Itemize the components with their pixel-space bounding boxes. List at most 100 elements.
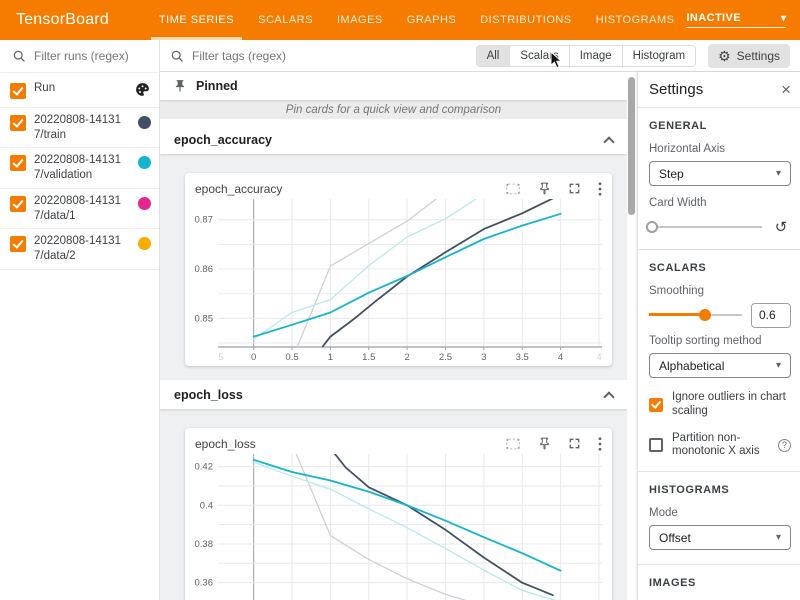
card-header: epoch_loss <box>185 428 612 452</box>
chevron-up-icon[interactable] <box>603 391 614 402</box>
run-color-dot <box>138 197 151 210</box>
svg-text:4: 4 <box>558 352 563 363</box>
filter-runs-input[interactable]: Filter runs (regex) <box>0 40 159 73</box>
run-checkbox[interactable] <box>10 236 26 252</box>
kebab-menu-icon[interactable] <box>598 182 602 196</box>
section-header-epoch-loss[interactable]: epoch_loss <box>160 380 627 409</box>
slider-thumb[interactable] <box>699 309 711 321</box>
filter-runs-placeholder: Filter runs (regex) <box>34 49 129 63</box>
smoothing-slider[interactable] <box>649 308 742 322</box>
search-icon <box>170 49 184 63</box>
images-heading: IMAGES <box>649 577 791 589</box>
settings-panel-header: Settings × <box>649 72 791 107</box>
ignore-outliers-checkbox[interactable] <box>649 398 663 412</box>
partition-x-checkbox[interactable] <box>649 438 663 452</box>
run-checkbox[interactable] <box>10 155 26 171</box>
run-color-dot <box>138 156 151 169</box>
tab-distributions[interactable]: DISTRIBUTIONS <box>468 0 583 40</box>
pin-icon[interactable] <box>538 182 551 195</box>
tags-toolbar: Filter tags (regex) All Scalars Image Hi… <box>160 40 800 72</box>
reset-icon[interactable]: ↺ <box>771 218 791 236</box>
chip-image[interactable]: Image <box>569 46 622 66</box>
settings-button[interactable]: ⚙ Settings <box>708 44 790 68</box>
run-checkbox[interactable] <box>10 115 26 131</box>
chip-histogram[interactable]: Histogram <box>622 46 695 66</box>
epoch-loss-chart[interactable]: 0.360.380.40.4200.511.522.533.54 <box>185 452 605 600</box>
selection-box-icon[interactable] <box>505 182 521 196</box>
card-width-slider[interactable] <box>649 220 762 234</box>
svg-text:0: 0 <box>251 352 256 363</box>
kebab-menu-icon[interactable] <box>598 437 602 451</box>
tab-graphs[interactable]: GRAPHS <box>395 0 468 40</box>
chevron-down-icon: ▾ <box>776 532 781 543</box>
ignore-outliers-row: Ignore outliers in chart scaling <box>649 391 791 419</box>
cards-scroll-area: Pinned Pin cards for a quick view and co… <box>160 72 627 600</box>
card-width-label: Card Width <box>649 197 791 209</box>
run-label: 20220808-141317/data/2 <box>34 234 130 263</box>
svg-text:2.5: 2.5 <box>439 352 452 363</box>
scalar-card-epoch-loss: epoch_loss 0.360.380.40.4200.511.522.533… <box>185 428 612 600</box>
general-heading: GENERAL <box>649 120 791 132</box>
scalars-heading: SCALARS <box>649 262 791 274</box>
tab-images[interactable]: IMAGES <box>325 0 395 40</box>
section-body: epoch_accuracy 0.850.860.8700.511.522.53… <box>160 154 627 380</box>
svg-text:3.5: 3.5 <box>516 352 529 363</box>
svg-text:2: 2 <box>404 352 409 363</box>
close-icon[interactable]: × <box>781 81 791 98</box>
slider-thumb[interactable] <box>646 221 658 233</box>
divider <box>638 564 800 565</box>
filter-tags-placeholder: Filter tags (regex) <box>192 49 286 63</box>
select-all-checkbox[interactable] <box>10 83 26 99</box>
reload-status-select[interactable]: INACTIVE ▾ <box>686 12 786 28</box>
tab-histograms[interactable]: HISTOGRAMS <box>584 0 687 40</box>
run-row-validation[interactable]: 20220808-141317/validation <box>0 148 159 188</box>
card-actions <box>505 182 602 196</box>
chevron-down-icon: ▾ <box>781 13 786 24</box>
run-checkbox[interactable] <box>10 196 26 212</box>
chip-all[interactable]: All <box>477 46 510 66</box>
tab-time-series[interactable]: TIME SERIES <box>147 0 246 40</box>
section-header-epoch-accuracy[interactable]: epoch_accuracy <box>160 125 627 154</box>
section-title: epoch_loss <box>174 388 243 402</box>
run-label: 20220808-141317/validation <box>34 153 130 182</box>
run-row-data-2[interactable]: 20220808-141317/data/2 <box>0 229 159 269</box>
settings-title: Settings <box>649 81 703 98</box>
run-color-dot <box>138 116 151 129</box>
tab-scalars[interactable]: SCALARS <box>246 0 325 40</box>
fullscreen-icon[interactable] <box>568 437 581 450</box>
selection-box-icon[interactable] <box>505 437 521 451</box>
tensorboard-logo: TensorBoard <box>16 11 109 29</box>
card-header: epoch_accuracy <box>185 173 612 197</box>
run-label: 20220808-141317/train <box>34 113 130 142</box>
pin-icon[interactable] <box>538 437 551 450</box>
divider <box>638 107 800 108</box>
section-title: epoch_accuracy <box>174 133 272 147</box>
scrollbar-thumb[interactable] <box>628 77 635 215</box>
palette-icon[interactable] <box>134 81 151 98</box>
histogram-mode-select[interactable]: Offset ▾ <box>649 525 791 550</box>
settings-panel: Settings × GENERAL Horizontal Axis Step … <box>637 72 800 600</box>
filter-tags-input[interactable]: Filter tags (regex) <box>170 49 464 63</box>
chevron-up-icon[interactable] <box>603 136 614 147</box>
card-actions <box>505 437 602 451</box>
svg-text:0.5: 0.5 <box>285 352 298 363</box>
card-width-row: ↺ <box>649 218 791 236</box>
tooltip-sorting-label: Tooltip sorting method <box>649 335 791 347</box>
help-icon[interactable]: ? <box>778 439 791 452</box>
smoothing-value-input[interactable]: 0.6 <box>751 303 791 328</box>
tensorboard-app: TensorBoard TIME SERIES SCALARS IMAGES G… <box>0 0 800 600</box>
run-row-train[interactable]: 20220808-141317/train <box>0 108 159 148</box>
horizontal-axis-select[interactable]: Step ▾ <box>649 161 791 186</box>
svg-text:1.5: 1.5 <box>362 352 375 363</box>
run-row-data-1[interactable]: 20220808-141317/data/1 <box>0 189 159 229</box>
fullscreen-icon[interactable] <box>568 182 581 195</box>
chip-scalars[interactable]: Scalars <box>509 46 568 66</box>
epoch-accuracy-chart[interactable]: 0.850.860.8700.511.522.533.5454 <box>185 197 605 366</box>
main-scrollbar <box>628 72 635 600</box>
tooltip-sorting-select[interactable]: Alphabetical ▾ <box>649 353 791 378</box>
tag-filter-chips: All Scalars Image Histogram <box>476 45 697 67</box>
horizontal-axis-label: Horizontal Axis <box>649 143 791 155</box>
mode-label: Mode <box>649 507 791 519</box>
svg-text:0.85: 0.85 <box>195 313 214 324</box>
pinned-empty-hint: Pin cards for a quick view and compariso… <box>160 100 627 125</box>
